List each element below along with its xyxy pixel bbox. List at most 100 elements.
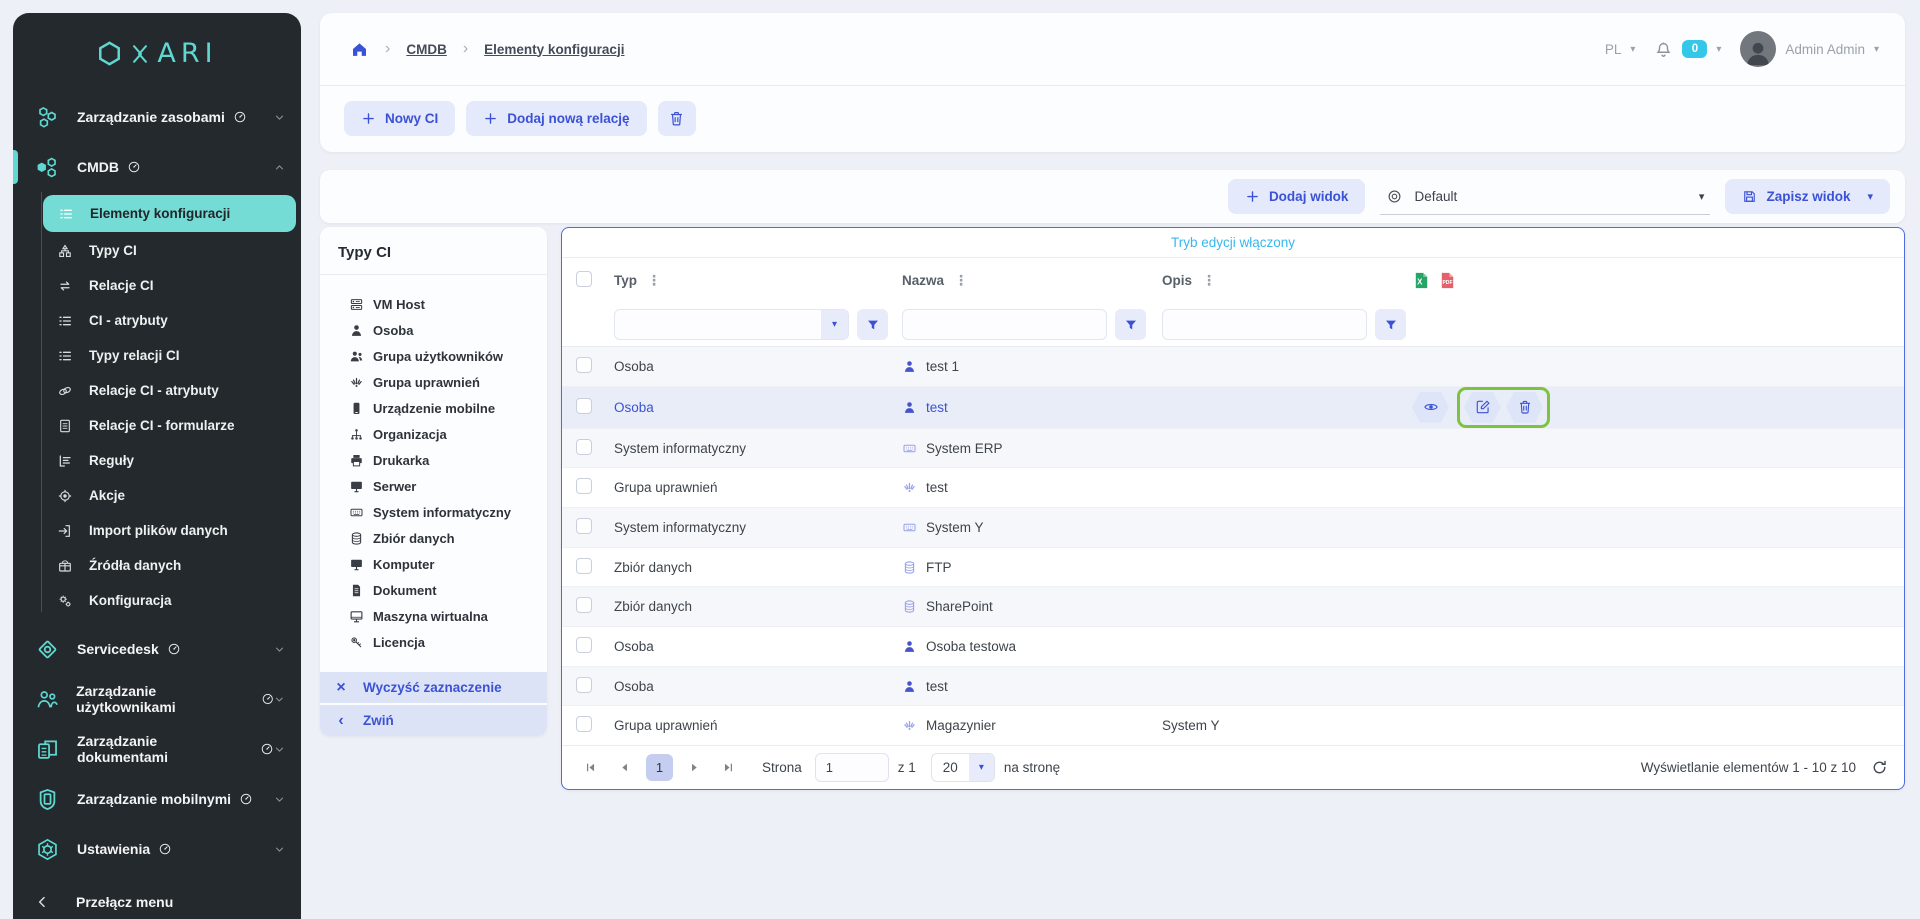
filter-typ-select[interactable]: ▾: [614, 309, 849, 340]
collapse-panel-button[interactable]: ‹ Zwiń: [320, 705, 547, 736]
sidebar-item-relacje-ci-atrybuty[interactable]: Relacje CI - atrybuty: [13, 373, 301, 408]
last-page-button[interactable]: [716, 755, 741, 780]
type-item-licencja[interactable]: Licencja: [349, 629, 541, 655]
gauge-icon: [127, 160, 141, 174]
prev-page-button[interactable]: [612, 755, 637, 780]
sidebar-item-elementy-konfiguracji[interactable]: Elementy konfiguracji: [43, 195, 296, 232]
table-row[interactable]: Grupa uprawnień Magazynier System Y: [562, 705, 1904, 745]
sidebar-item-typy-relacji-ci[interactable]: Typy relacji CI: [13, 338, 301, 373]
breadcrumb-link-cmdb[interactable]: CMDB: [406, 42, 447, 57]
column-menu-icon[interactable]: ⋮: [1202, 273, 1216, 289]
breadcrumb-link-elementy-konfiguracji[interactable]: Elementy konfiguracji: [484, 42, 624, 57]
sidebar-item-ci-atrybuty[interactable]: CI - atrybuty: [13, 303, 301, 338]
row-checkbox[interactable]: [576, 357, 592, 373]
type-item-drukarka[interactable]: Drukarka: [349, 447, 541, 473]
row-checkbox[interactable]: [576, 478, 592, 494]
filter-typ-button[interactable]: [857, 309, 888, 340]
chevron-down-icon[interactable]: ▾: [1716, 44, 1721, 55]
table-row[interactable]: Osoba test: [562, 666, 1904, 706]
menu-toggle[interactable]: Przełącz menu: [13, 878, 301, 919]
sidebar-item-servicedesk[interactable]: Servicedesk: [13, 624, 301, 674]
add-view-button[interactable]: Dodaj widok: [1228, 179, 1366, 214]
sidebar-item-zarzadzanie-dokumentami[interactable]: Zarządzanie dokumentami: [13, 724, 301, 774]
filter-nazwa-button[interactable]: [1115, 309, 1146, 340]
delete-button[interactable]: [658, 101, 696, 136]
avatar[interactable]: [1740, 31, 1776, 67]
sidebar-item-zrodla-danych[interactable]: Źródła danych: [13, 548, 301, 583]
next-page-button[interactable]: [682, 755, 707, 780]
sidebar-item-konfiguracja[interactable]: Konfiguracja: [13, 583, 301, 618]
type-item-maszyna-wirtualna[interactable]: Maszyna wirtualna: [349, 603, 541, 629]
page-number-input[interactable]: [815, 753, 889, 782]
table-row[interactable]: Grupa uprawnień test: [562, 467, 1904, 507]
sidebar-item-import-plikow-danych[interactable]: Import plików danych: [13, 513, 301, 548]
save-view-button[interactable]: Zapisz widok ▾: [1725, 179, 1890, 214]
row-checkbox[interactable]: [576, 597, 592, 613]
sidebar-item-akcje[interactable]: Akcje: [13, 478, 301, 513]
type-item-organizacja[interactable]: Organizacja: [349, 421, 541, 447]
edit-row-button[interactable]: [1464, 392, 1501, 423]
row-checkbox[interactable]: [576, 677, 592, 693]
column-header-nazwa[interactable]: Nazwa ⋮: [902, 273, 1162, 289]
type-item-grupa-uzytkownikow[interactable]: Grupa użytkowników: [349, 343, 541, 369]
clear-selection-button[interactable]: × Wyczyść zaznaczenie: [320, 672, 547, 703]
hexagon-cluster-icon: [35, 105, 60, 130]
type-item-komputer[interactable]: Komputer: [349, 551, 541, 577]
sidebar-item-ustawienia[interactable]: Ustawienia: [13, 824, 301, 874]
current-page-button[interactable]: 1: [646, 754, 673, 781]
table-row[interactable]: System informatyczny System ERP: [562, 428, 1904, 468]
sidebar-item-relacje-ci-formularze[interactable]: Relacje CI - formularze: [13, 408, 301, 443]
language-selector[interactable]: PL: [1605, 42, 1622, 57]
user-menu[interactable]: Admin Admin: [1785, 42, 1865, 57]
type-item-urzadzenie-mobilne[interactable]: Urządzenie mobilne: [349, 395, 541, 421]
sidebar-item-zarzadzanie-mobilnymi[interactable]: Zarządzanie mobilnymi: [13, 774, 301, 824]
filter-opis-input[interactable]: [1162, 309, 1367, 340]
type-item-grupa-uprawnien[interactable]: Grupa uprawnień: [349, 369, 541, 395]
table-row[interactable]: Osoba test 1: [562, 347, 1904, 386]
table-row[interactable]: System informatyczny System Y: [562, 507, 1904, 547]
export-excel-icon[interactable]: [1412, 270, 1431, 291]
table-row[interactable]: Zbiór danych FTP: [562, 547, 1904, 587]
table-row[interactable]: Osoba Osoba testowa: [562, 626, 1904, 666]
row-checkbox[interactable]: [576, 716, 592, 732]
sidebar-item-reguly[interactable]: Reguły: [13, 443, 301, 478]
row-checkbox[interactable]: [576, 439, 592, 455]
export-pdf-icon[interactable]: [1438, 270, 1457, 291]
type-item-dokument[interactable]: Dokument: [349, 577, 541, 603]
type-item-osoba[interactable]: Osoba: [349, 317, 541, 343]
row-checkbox[interactable]: [576, 398, 592, 414]
notification-badge: 0: [1682, 40, 1707, 58]
column-menu-icon[interactable]: ⋮: [647, 273, 661, 289]
column-menu-icon[interactable]: ⋮: [954, 273, 968, 289]
add-relation-button[interactable]: Dodaj nową relację: [466, 101, 646, 136]
column-header-opis[interactable]: Opis ⋮: [1162, 273, 1412, 289]
home-icon[interactable]: [350, 40, 369, 59]
bell-icon[interactable]: [1654, 40, 1673, 59]
view-row-button[interactable]: [1412, 392, 1449, 423]
sidebar-item-zarzadzanie-uzytkownikami[interactable]: Zarządzanie użytkownikami: [13, 674, 301, 724]
row-checkbox[interactable]: [576, 637, 592, 653]
view-select[interactable]: Default ▾: [1380, 179, 1710, 215]
type-item-system-informatyczny[interactable]: System informatyczny: [349, 499, 541, 525]
delete-row-button[interactable]: [1506, 392, 1543, 423]
first-page-button[interactable]: [578, 755, 603, 780]
column-header-typ[interactable]: Typ ⋮: [614, 273, 902, 289]
new-ci-button[interactable]: Nowy CI: [344, 101, 455, 136]
sidebar-item-zarzadzanie-zasobami[interactable]: Zarządzanie zasobami: [13, 92, 301, 142]
select-all-checkbox[interactable]: [576, 271, 592, 287]
table-row-hovered[interactable]: Osoba test: [562, 386, 1904, 428]
filter-nazwa-input[interactable]: [902, 309, 1107, 340]
sidebar-item-relacje-ci[interactable]: Relacje CI: [13, 268, 301, 303]
type-item-zbior-danych[interactable]: Zbiór danych: [349, 525, 541, 551]
sidebar-item-cmdb[interactable]: CMDB: [13, 142, 301, 192]
row-checkbox[interactable]: [576, 558, 592, 574]
refresh-button[interactable]: [1871, 759, 1888, 776]
type-item-vm-host[interactable]: VM Host: [349, 291, 541, 317]
page-size-select[interactable]: 20 ▾: [931, 753, 995, 782]
sidebar-item-typy-ci[interactable]: Typy CI: [13, 233, 301, 268]
table-row[interactable]: Zbiór danych SharePoint: [562, 586, 1904, 626]
filter-opis-button[interactable]: [1375, 309, 1406, 340]
ci-table: Tryb edycji włączony Typ ⋮ Nazwa ⋮ Opis …: [561, 227, 1905, 790]
type-item-serwer[interactable]: Serwer: [349, 473, 541, 499]
row-checkbox[interactable]: [576, 518, 592, 534]
